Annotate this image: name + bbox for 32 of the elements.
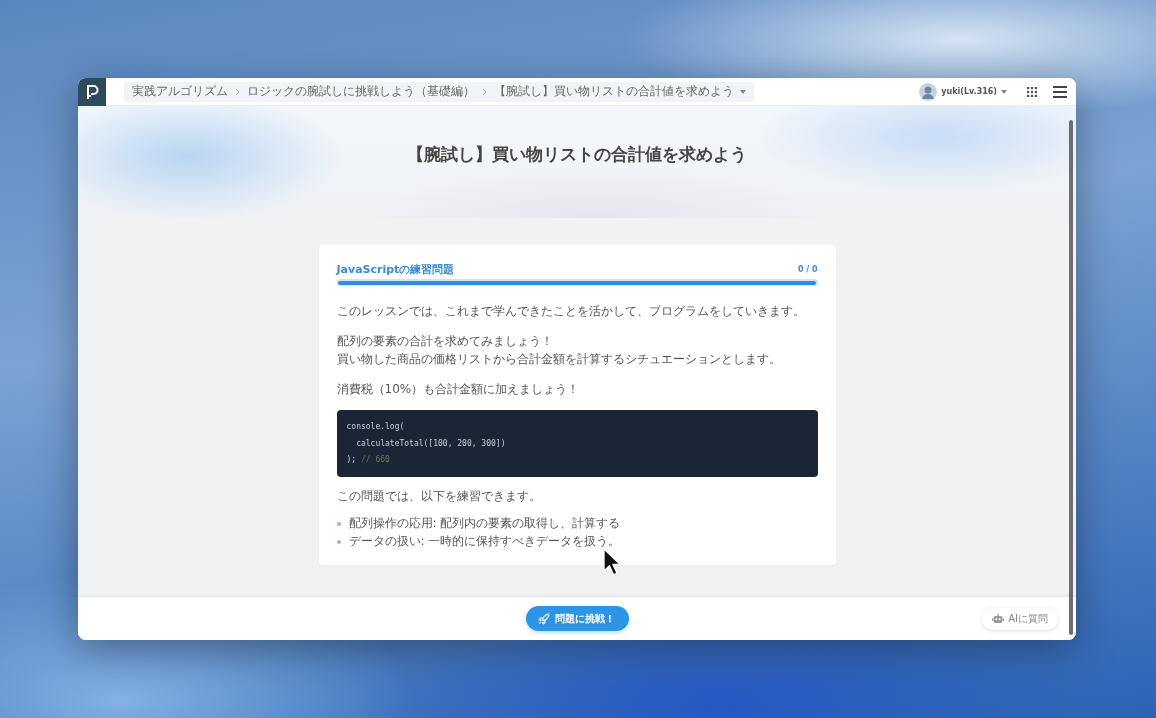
rocket-icon (537, 612, 550, 625)
code-line: calculateTotal([100, 200, 300]) (355, 437, 507, 450)
text-line: 買い物した商品の価格リストから合計金額を計算するシチュエーションとします。 (336, 351, 782, 368)
text-line: このレッスンでは、これまで学んできたことを活かして、プログラムをしていきます。 (336, 303, 806, 320)
apps-grid-icon[interactable] (1027, 86, 1037, 97)
logo-icon[interactable] (78, 78, 106, 106)
code-line: ); // 660 (346, 454, 391, 466)
bullet-icon (336, 521, 341, 526)
list-item-text: 配列操作の応用: 配列内の要素の取得し、計算する (348, 515, 621, 532)
breadcrumb-link[interactable]: 実践アルゴリズム (132, 83, 228, 100)
list-item-text: データの扱い: 一時的に保持すべきデータを扱う。 (348, 533, 621, 550)
breadcrumb-link[interactable]: 【腕試し】買い物リストの合計値を求めよう (494, 83, 746, 100)
challenge-button[interactable]: 問題に挑戦！ (525, 606, 629, 631)
scrollbar-thumb[interactable] (1069, 120, 1073, 635)
robot-icon (992, 613, 1005, 624)
text-line: 配列の要素の合計を求めてみましょう！ (336, 333, 554, 350)
category-label: JavaScriptの練習問題 (336, 262, 455, 277)
caret-icon (740, 89, 746, 94)
code-line: console.log( (346, 421, 406, 433)
chevron-icon (482, 87, 487, 96)
bullet-icon (336, 539, 341, 544)
caret-icon (1001, 89, 1007, 94)
page-title: 【腕試し】買い物リストの合計値を求めよう (407, 142, 747, 166)
chevron-icon (235, 87, 240, 96)
progress-count: 0 / 0 (797, 265, 818, 274)
text-line: 消費税（10%）も合計金額に加えましょう！ (336, 381, 581, 398)
avatar-icon (919, 82, 938, 101)
menu-icon[interactable] (1053, 85, 1067, 98)
text-line: この問題では、以下を練習できます。 (336, 487, 542, 505)
ask-ai-button[interactable]: AIに質問 (982, 607, 1058, 630)
user-menu-button[interactable]: yuki(Lv.316) (919, 82, 1007, 101)
breadcrumb-link[interactable]: ロジックの腕試しに挑戦しよう（基礎編） (247, 83, 475, 100)
